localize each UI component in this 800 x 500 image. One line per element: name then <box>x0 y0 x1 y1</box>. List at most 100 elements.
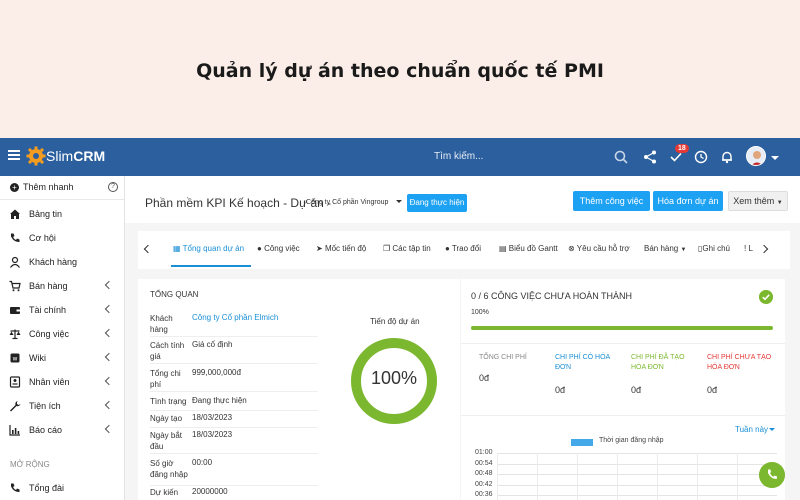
sidebar-item-label: Khách hàng <box>29 257 78 267</box>
tab-files[interactable]: ❐ Các tập tin <box>383 244 431 253</box>
chevron-left-icon <box>104 280 114 290</box>
tab-tasks[interactable]: ● Công việc <box>257 244 300 253</box>
tab-discussion[interactable]: ● Trao đổi <box>445 244 481 253</box>
y-tick-label: 01:00 <box>475 449 493 456</box>
tab-label: Tổng quan dự án <box>182 244 245 253</box>
sidebar-item-tai-chinh[interactable]: Tài chính <box>0 300 125 322</box>
info-value: 00:00 <box>192 458 213 467</box>
project-company: Công ty Cổ phần Vingroup <box>306 199 389 206</box>
tab-overview[interactable]: ▦ Tổng quan dự án <box>173 244 244 253</box>
scroll-left-icon[interactable] <box>143 244 153 254</box>
grid-line <box>497 484 777 486</box>
sidebar-item-nhan-vien[interactable]: Nhân viên <box>0 372 125 394</box>
promo-banner: Quản lý dự án theo chuẩn quốc tế PMI <box>0 0 800 138</box>
id-card-icon <box>9 376 21 388</box>
tab-gantt[interactable]: ▤ Biểu đồ Gantt <box>499 244 558 253</box>
user-icon <box>10 256 20 268</box>
sidebar-item-label: Tiện ích <box>29 401 61 411</box>
sidebar-item-ban-hang[interactable]: Bán hàng <box>0 276 125 298</box>
bar-chart-icon <box>9 425 20 436</box>
files-icon: ❐ <box>383 244 391 253</box>
chevron-left-icon <box>104 376 114 386</box>
status-badge[interactable]: Đang thực hiện <box>407 194 467 212</box>
y-tick-label: 00:48 <box>475 470 493 477</box>
grid-line <box>497 474 777 475</box>
grid-line-vertical <box>537 453 538 500</box>
sidebar-item-tien-ich[interactable]: Tiện ích <box>0 396 125 418</box>
sidebar-item-tong-dai[interactable]: Tổng đài <box>0 478 125 500</box>
caret-down-icon: ▼ <box>680 247 687 253</box>
quick-add[interactable]: + Thêm nhanh ? <box>0 176 125 200</box>
sidebar-item-co-hoi[interactable]: Cơ hội <box>0 228 125 250</box>
active-tab-indicator <box>171 265 251 267</box>
more-button[interactable]: Xem thêm ▼ <box>728 191 788 211</box>
user-avatar[interactable] <box>746 146 766 166</box>
company-dropdown-icon[interactable] <box>396 200 402 203</box>
sidebar-item-label: Bán hàng <box>29 281 68 291</box>
avatar-dropdown-icon[interactable] <box>771 156 779 160</box>
search-icon[interactable] <box>613 149 629 165</box>
sidebar-item-cong-viec[interactable]: Công việc <box>0 324 125 346</box>
tab-sales[interactable]: Bán hàng ▼ <box>644 244 686 253</box>
info-value: Giá cố định <box>192 340 233 349</box>
sidebar-item-bao-cao[interactable]: Báo cáo <box>0 420 125 442</box>
caret-down-icon[interactable] <box>769 428 775 431</box>
rocket-icon: ➤ <box>316 244 323 253</box>
sidebar-item-khach-hang[interactable]: Khách hàng <box>0 252 125 274</box>
share-icon[interactable] <box>642 149 658 165</box>
tab-support[interactable]: ⊗ Yêu cầu hỗ trợ <box>568 244 630 253</box>
legend-label[interactable]: Thời gian đăng nhập <box>599 437 664 444</box>
info-key: Tình trạng <box>150 397 187 406</box>
book-icon: w <box>10 353 20 363</box>
main-content: Phần mềm KPI Kế hoạch - Dự án - Công ty … <box>125 176 800 500</box>
call-button[interactable] <box>759 462 785 488</box>
sidebar-item-bang-tin[interactable]: Bảng tin <box>0 204 125 226</box>
customer-link[interactable]: Công ty Cổ phần Elmich <box>192 313 278 322</box>
menu-icon[interactable] <box>8 150 20 160</box>
search-input[interactable]: Tìm kiếm... <box>434 151 483 162</box>
info-value: 999,000,000đ <box>192 368 241 377</box>
project-invoice-button[interactable]: Hóa đơn dự án <box>653 191 723 211</box>
caret-down-icon: ▼ <box>776 200 783 206</box>
sidebar-item-label: Tài chính <box>29 305 67 315</box>
grid-line-vertical <box>497 453 498 500</box>
tab-notes[interactable]: ▯Ghi chú <box>698 244 730 253</box>
banner-title: Quản lý dự án theo chuẩn quốc tế PMI <box>196 60 604 82</box>
wrench-icon <box>10 401 21 412</box>
scroll-right-icon[interactable] <box>759 244 769 254</box>
cost-billable-label: CHI PHÍ CÓ HÓA ĐƠN <box>555 354 610 371</box>
info-key: Ngày tạo <box>150 414 183 423</box>
scale-icon <box>9 329 21 340</box>
chevron-left-icon <box>104 400 114 410</box>
tab-more[interactable]: ! L <box>744 244 753 253</box>
period-select[interactable]: Tuần này <box>735 425 768 434</box>
help-icon[interactable]: ? <box>108 182 118 192</box>
chevron-left-icon <box>104 328 114 338</box>
info-row-status: Tình trạng Đang thực hiện <box>150 396 318 411</box>
grid-line <box>497 495 777 496</box>
phone-icon <box>11 233 20 243</box>
grid-line-vertical <box>617 453 618 500</box>
tab-label: Trao đổi <box>451 244 481 253</box>
chevron-left-icon <box>104 424 114 434</box>
sidebar-item-wiki[interactable]: w Wiki <box>0 348 125 370</box>
info-row-estimate: Dự kiến 20000000 <box>150 487 318 500</box>
add-task-button[interactable]: Thêm công việc <box>573 191 650 211</box>
tab-label: Các tập tin <box>392 244 431 253</box>
grid-line <box>497 463 777 465</box>
bell-icon[interactable] <box>719 149 735 165</box>
clock-icon[interactable] <box>693 149 709 165</box>
grid-line-vertical <box>657 453 658 500</box>
grid-icon: ▦ <box>173 244 181 253</box>
chat-icon: ● <box>445 244 450 253</box>
sidebar-item-label: Wiki <box>29 353 46 363</box>
tab-label: L <box>748 244 753 253</box>
home-icon <box>10 209 20 219</box>
wallet-icon <box>10 307 20 314</box>
app-logo[interactable]: SlimCRM <box>46 148 105 164</box>
y-tick-label: 00:54 <box>475 459 493 467</box>
tab-milestones[interactable]: ➤ Mốc tiến độ <box>316 244 366 253</box>
overview-title: TỔNG QUAN <box>150 290 199 299</box>
info-value: 18/03/2023 <box>192 413 233 422</box>
notification-badge: 18 <box>675 144 689 153</box>
